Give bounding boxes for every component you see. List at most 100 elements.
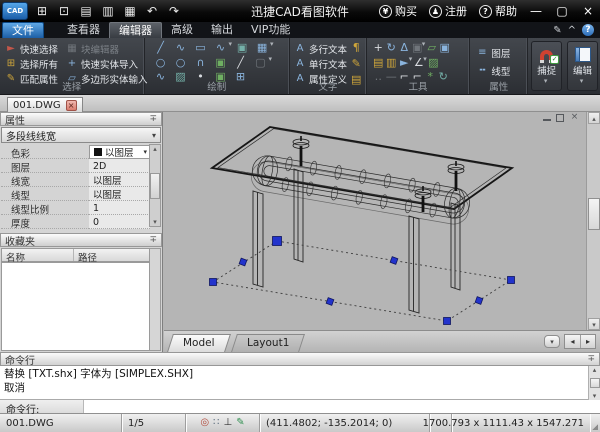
- grid-toggle-icon[interactable]: ∷: [213, 418, 219, 428]
- ribbon-help-icon[interactable]: ?: [582, 24, 594, 36]
- app-logo-icon[interactable]: CAD: [2, 2, 28, 20]
- layout-scroll-left-icon[interactable]: ◂: [565, 335, 580, 348]
- color-combo-caret-icon[interactable]: ▾: [143, 148, 147, 156]
- favorites-col-name[interactable]: 名称: [2, 249, 74, 261]
- tab-layout1[interactable]: Layout1: [231, 334, 305, 352]
- drawing-canvas[interactable]: × ▴ ▾: [164, 112, 600, 330]
- pin-icon[interactable]: ∓: [149, 235, 157, 245]
- favorites-col-path[interactable]: 路径: [74, 249, 149, 261]
- polyline-tool-icon[interactable]: ∿: [171, 40, 191, 54]
- close-button[interactable]: ×: [576, 3, 600, 19]
- pin-icon[interactable]: ∓: [587, 354, 595, 364]
- canvas-scroll-up-icon[interactable]: ▴: [588, 112, 600, 124]
- stamp-caret-icon[interactable]: ▾: [270, 40, 274, 54]
- edit-button[interactable]: 编辑 ▾: [567, 41, 598, 91]
- canvas-scroll-down-icon[interactable]: ▾: [588, 318, 600, 330]
- command-scroll-down-icon[interactable]: ▾: [593, 392, 597, 400]
- circle-tool-icon[interactable]: ○: [151, 55, 171, 69]
- tab-model[interactable]: Model: [167, 334, 230, 352]
- document-tab[interactable]: 001.DWG ×: [7, 97, 83, 112]
- command-scroll-thumb[interactable]: [590, 378, 600, 388]
- pencil-style-icon[interactable]: ✎: [553, 25, 561, 36]
- property-row-lineweight[interactable]: 线宽 以图层: [1, 173, 150, 187]
- select-all-button[interactable]: ⊞ 选择所有: [5, 57, 58, 70]
- properties-scrollbar[interactable]: ▴ ▾: [149, 144, 161, 227]
- edit-caret-icon[interactable]: ▾: [580, 77, 584, 85]
- buy-button[interactable]: ¥ 购买: [374, 3, 422, 19]
- linetype-button[interactable]: ╍ 线型: [476, 64, 510, 77]
- document-tab-close-icon[interactable]: ×: [66, 100, 77, 111]
- maximize-button[interactable]: ▢: [550, 3, 574, 19]
- help-button[interactable]: ? 帮助: [474, 3, 522, 19]
- ellipse-tool-icon[interactable]: ○: [171, 55, 191, 69]
- mtext-button[interactable]: A 多行文本: [294, 42, 347, 55]
- layer-button[interactable]: ≡ 图层: [476, 46, 510, 59]
- text-extra-icon[interactable]: ¶: [350, 40, 363, 54]
- property-row-color[interactable]: 色彩 以图层 ▾: [1, 145, 150, 159]
- stext-button[interactable]: A 单行文本: [294, 57, 347, 70]
- favorites-panel-header[interactable]: 收藏夹 ∓: [0, 233, 162, 247]
- tab-editor[interactable]: 编辑器: [109, 22, 162, 38]
- command-input[interactable]: [84, 400, 600, 413]
- scroll-down-icon[interactable]: ▾: [153, 218, 157, 226]
- paste-tool-icon[interactable]: ▣: [438, 40, 451, 54]
- command-scrollbar[interactable]: ▴ ▾: [588, 366, 600, 400]
- new-file-icon[interactable]: ⊞: [33, 3, 51, 19]
- register-button[interactable]: ♟ 注册: [424, 3, 472, 19]
- minimize-button[interactable]: —: [524, 3, 548, 19]
- print-icon[interactable]: ▦: [121, 3, 139, 19]
- thick-line-tool-icon[interactable]: ╱: [231, 55, 251, 69]
- command-scroll-up-icon[interactable]: ▴: [593, 366, 597, 374]
- clipboard-paste-icon[interactable]: ▥: [385, 55, 398, 69]
- text-edit-icon[interactable]: ✎: [350, 56, 363, 70]
- clipboard-copy-icon[interactable]: ▤: [372, 55, 385, 69]
- property-row-linetype-scale[interactable]: 线型比例 1: [1, 201, 150, 215]
- freehand-tool-icon[interactable]: ∿: [211, 40, 231, 54]
- snap-caret-icon[interactable]: ▾: [544, 77, 548, 85]
- tab-output[interactable]: 输出: [202, 22, 242, 38]
- arc-tool-icon[interactable]: ∩: [191, 55, 211, 69]
- property-row-layer[interactable]: 图层 2D: [1, 159, 150, 173]
- command-panel-header[interactable]: 命令行 ∓: [0, 352, 600, 366]
- layout-list-dropdown-icon[interactable]: ▾: [544, 335, 560, 348]
- ortho-toggle-icon[interactable]: ⊥: [224, 418, 233, 428]
- draft-toggle-icon[interactable]: ✎: [236, 418, 244, 428]
- image-tool-icon[interactable]: ▣: [211, 55, 231, 69]
- snap-button[interactable]: ✓ 捕捉 ▾: [531, 41, 562, 91]
- line-tool-icon[interactable]: ╱: [151, 40, 171, 54]
- stamp-tool-icon[interactable]: ▦: [252, 40, 272, 54]
- block-insert-icon[interactable]: ▣: [232, 40, 252, 54]
- selector-caret-icon[interactable]: ▾: [152, 131, 156, 140]
- layout-scroll-right-icon[interactable]: ▸: [580, 335, 595, 348]
- quick-select-button[interactable]: ► 快速选择: [5, 42, 58, 55]
- mirror-tool-icon[interactable]: Δ: [398, 40, 411, 54]
- scroll-up-icon[interactable]: ▴: [153, 145, 157, 153]
- collapse-ribbon-icon[interactable]: ^: [568, 25, 576, 36]
- resize-grip[interactable]: [590, 414, 600, 432]
- canvas-vertical-scrollbar[interactable]: ▴ ▾: [586, 112, 600, 330]
- property-row-linetype[interactable]: 线型 以图层: [1, 187, 150, 201]
- save-icon[interactable]: ▤: [77, 3, 95, 19]
- favorites-list[interactable]: [1, 262, 150, 351]
- command-history[interactable]: 替换 [TXT.shx] 字体为 [SIMPLEX.SHX] 取消: [0, 366, 600, 400]
- child-minimize-icon[interactable]: [543, 114, 551, 121]
- pin-icon[interactable]: ∓: [149, 114, 157, 124]
- group-tool-icon[interactable]: ▨: [427, 55, 440, 69]
- open-file-icon[interactable]: ⊡: [55, 3, 73, 19]
- tab-file[interactable]: 文件: [2, 22, 44, 38]
- copy-tool-icon[interactable]: ▱: [425, 40, 438, 54]
- cad-drawing[interactable]: [164, 112, 586, 330]
- tab-advanced[interactable]: 高级: [162, 22, 202, 38]
- child-restore-icon[interactable]: [556, 114, 564, 122]
- entity-type-selector[interactable]: 多段线线宽 ▾: [1, 127, 161, 143]
- properties-panel-header[interactable]: 属性 ∓: [0, 112, 162, 126]
- rotate-tool-icon[interactable]: ↻: [385, 40, 398, 54]
- favorites-scrollbar[interactable]: [149, 248, 161, 351]
- tab-viewer[interactable]: 查看器: [58, 22, 109, 38]
- child-close-icon[interactable]: ×: [569, 113, 580, 122]
- rectangle-tool-icon[interactable]: ▭: [191, 40, 211, 54]
- scroll-thumb[interactable]: [150, 173, 160, 199]
- save-as-icon[interactable]: ▥: [99, 3, 117, 19]
- tab-vip[interactable]: VIP功能: [242, 22, 299, 38]
- osnap-toggle-icon[interactable]: ◎: [200, 418, 209, 428]
